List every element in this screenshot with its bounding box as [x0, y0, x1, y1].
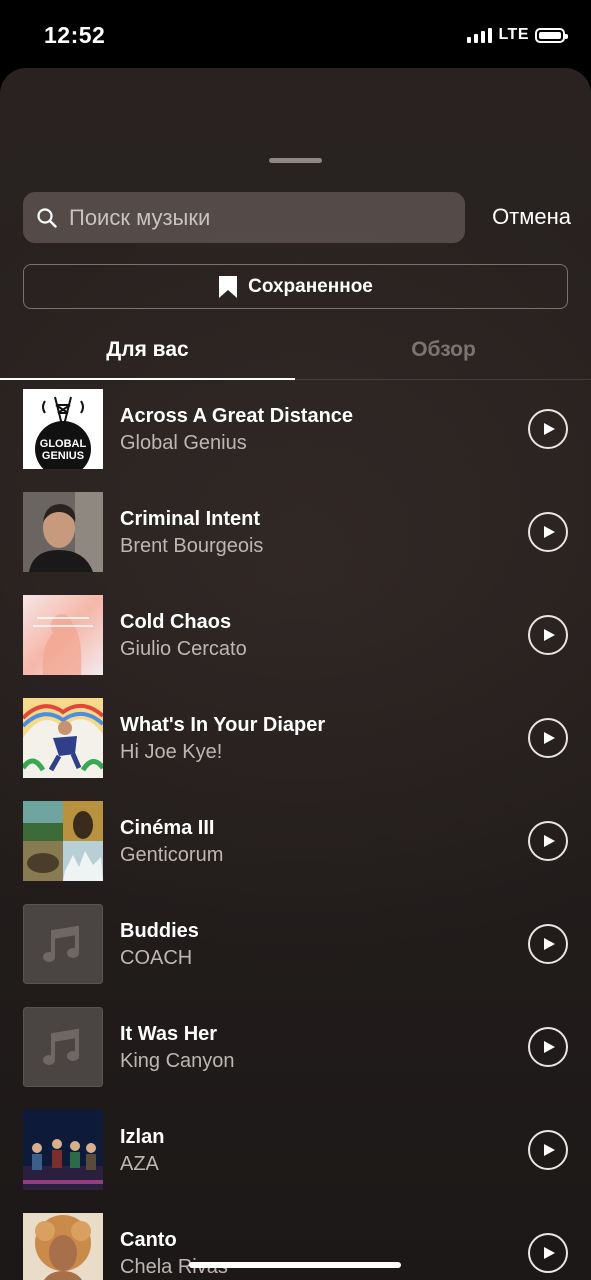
album-cover: [23, 801, 103, 881]
track-title: Buddies: [120, 920, 199, 942]
status-icons: LTE: [467, 26, 568, 44]
album-cover: [23, 492, 103, 572]
track-row[interactable]: GLOBAL GENIUS Across A Great Distance Glo…: [0, 389, 591, 469]
saved-label: Сохраненное: [248, 275, 373, 297]
cellular-signal-icon: [467, 27, 493, 43]
search-field[interactable]: [23, 192, 465, 243]
play-icon: [544, 1144, 555, 1156]
play-button[interactable]: [528, 924, 568, 964]
status-time: 12:52: [44, 22, 106, 48]
battery-icon: [535, 27, 568, 43]
track-title: Canto: [120, 1229, 177, 1251]
play-icon: [544, 629, 555, 641]
track-row[interactable]: Buddies COACH: [0, 904, 591, 984]
network-type: LTE: [498, 26, 529, 43]
track-row[interactable]: Canto Chela Rivas: [0, 1213, 591, 1280]
track-artist: King Canyon: [120, 1050, 235, 1072]
tab-browse[interactable]: Обзор: [296, 321, 591, 379]
play-icon: [544, 938, 555, 950]
status-bar: 12:52 LTE: [0, 0, 591, 68]
play-icon: [544, 526, 555, 538]
album-cover: [23, 595, 103, 675]
album-cover: [23, 1213, 103, 1280]
track-artist: Genticorum: [120, 844, 224, 866]
track-row[interactable]: Cinéma III Genticorum: [0, 801, 591, 881]
play-button[interactable]: [528, 615, 568, 655]
sheet-grabber[interactable]: [269, 158, 322, 163]
track-row[interactable]: Criminal Intent Brent Bourgeois: [0, 492, 591, 572]
tab-for-you[interactable]: Для вас: [0, 321, 295, 379]
album-cover: GLOBAL GENIUS: [23, 389, 103, 469]
home-indicator[interactable]: [189, 1262, 401, 1268]
play-button[interactable]: [528, 512, 568, 552]
cancel-button[interactable]: Отмена: [492, 204, 571, 230]
play-button[interactable]: [528, 409, 568, 449]
saved-button[interactable]: Сохраненное: [23, 264, 568, 309]
track-row[interactable]: Cold Chaos Giulio Cercato: [0, 595, 591, 675]
music-picker-sheet: Отмена Сохраненное Для вас Обзор: [0, 141, 591, 1280]
search-input[interactable]: [69, 204, 449, 231]
track-artist: COACH: [120, 947, 193, 969]
track-row[interactable]: It Was Her King Canyon: [0, 1007, 591, 1087]
track-row[interactable]: Izlan AZA: [0, 1110, 591, 1190]
album-cover: [23, 904, 103, 984]
bookmark-icon: [219, 275, 238, 298]
track-artist: Global Genius: [120, 432, 247, 454]
track-title: Izlan: [120, 1126, 165, 1148]
active-tab-indicator: [0, 378, 295, 380]
track-title: What's In Your Diaper: [120, 714, 326, 736]
album-cover: [23, 698, 103, 778]
play-button[interactable]: [528, 1130, 568, 1170]
track-title: Cold Chaos: [120, 611, 232, 633]
play-icon: [544, 1041, 555, 1053]
album-cover: [23, 1007, 103, 1087]
track-artist: Hi Joe Kye!: [120, 741, 223, 763]
play-icon: [544, 835, 555, 847]
play-button[interactable]: [528, 718, 568, 758]
track-row[interactable]: What's In Your Diaper Hi Joe Kye!: [0, 698, 591, 778]
play-icon: [544, 423, 555, 435]
track-title: It Was Her: [120, 1023, 218, 1045]
play-icon: [544, 732, 555, 744]
track-artist: Giulio Cercato: [120, 638, 247, 660]
search-icon: [37, 207, 57, 228]
play-button[interactable]: [528, 1027, 568, 1067]
play-icon: [544, 1247, 555, 1259]
music-note-icon: [23, 1007, 103, 1087]
track-title: Criminal Intent: [120, 508, 261, 530]
music-note-icon: [23, 904, 103, 984]
track-title: Across A Great Distance: [120, 405, 354, 427]
track-title: Cinéma III: [120, 817, 215, 839]
play-button[interactable]: [528, 1233, 568, 1273]
tab-bar: Для вас Обзор: [0, 321, 591, 380]
track-artist: Brent Bourgeois: [120, 535, 264, 557]
track-artist: AZA: [120, 1153, 159, 1175]
album-cover: [23, 1110, 103, 1190]
play-button[interactable]: [528, 821, 568, 861]
cover-text: GLOBAL GENIUS: [40, 438, 87, 462]
